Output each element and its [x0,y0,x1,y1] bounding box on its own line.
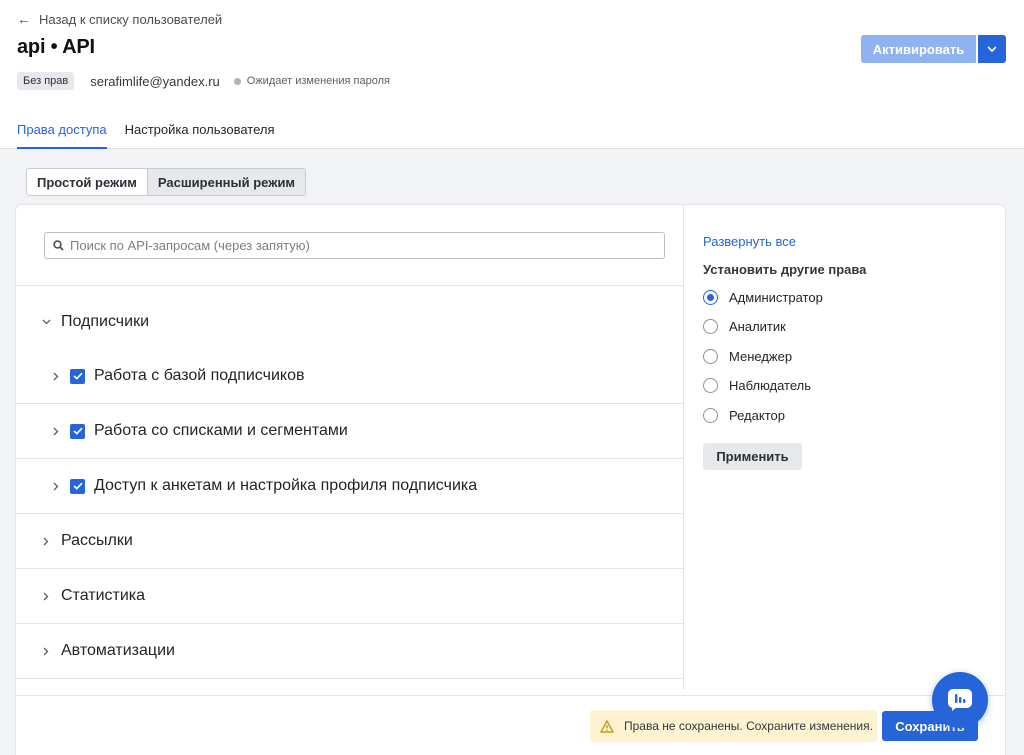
role-option-observer[interactable]: Наблюдатель [703,378,811,393]
role-label: Редактор [729,408,785,423]
chevron-right-icon[interactable] [49,372,63,381]
permissions-card: Подписчики Работа с базой подписчиков Ра… [16,205,1005,755]
role-option-admin[interactable]: Администратор [703,290,823,305]
radio-button[interactable] [703,378,718,393]
tabs: Права доступа Настройка пользователя [17,112,275,149]
role-option-editor[interactable]: Редактор [703,408,785,423]
rights-badge: Без прав [17,72,75,90]
back-link[interactable]: ← Назад к списку пользователей [17,11,222,27]
mode-switch: Простой режим Расширенный режим [26,168,307,196]
checkbox[interactable] [70,478,85,494]
check-icon [72,427,83,435]
activate-dropdown-button[interactable] [978,35,1006,63]
tree-item[interactable]: Работа со списками и сегментами [16,404,684,459]
tree-section-subscribers[interactable]: Подписчики [16,294,684,349]
arrow-left-icon: ← [17,11,31,27]
set-other-rights-heading: Установить другие права [703,262,867,277]
mode-advanced[interactable]: Расширенный режим [146,169,306,195]
tree-section-label: Подписчики [61,312,150,330]
role-label: Наблюдатель [729,378,812,393]
divider [16,695,1005,696]
tree-section-automations[interactable]: Автоматизации [16,624,684,679]
check-icon [72,372,83,380]
activate-button[interactable]: Активировать [861,35,976,63]
role-label: Аналитик [729,319,786,334]
permissions-tree-panel: Подписчики Работа с базой подписчиков Ра… [16,205,684,690]
chevron-right-icon[interactable] [39,647,53,656]
tree-section-stats[interactable]: Статистика [16,569,684,624]
tree-item[interactable]: Работа с базой подписчиков [16,349,684,404]
role-option-manager[interactable]: Менеджер [703,349,792,364]
tree-item-label: Работа со списками и сегментами [94,422,348,439]
user-email: serafimlife@yandex.ru [90,73,220,89]
tree-section-label: Статистика [61,587,146,604]
checkbox[interactable] [70,423,85,439]
chat-widget-button[interactable] [932,672,988,728]
search-input[interactable] [70,238,650,253]
tree-section-label: Рассылки [61,532,133,549]
chevron-right-icon[interactable] [49,427,63,436]
radio-button[interactable] [703,319,718,334]
tree-item-label: Работа с базой подписчиков [94,367,305,384]
radio-button[interactable] [703,349,718,364]
radio-button[interactable] [703,408,718,423]
chevron-down-icon [987,46,997,52]
role-label: Менеджер [729,349,793,364]
tree-section-mailings[interactable]: Рассылки [16,514,684,569]
status-dot-icon [233,77,241,85]
search-icon [53,240,64,251]
unsaved-warning-text: Права не сохранены. Сохраните изменения. [624,719,873,733]
back-link-label: Назад к списку пользователей [39,11,223,27]
unsaved-warning: Права не сохранены. Сохраните изменения. [590,710,877,742]
chevron-right-icon[interactable] [49,482,63,491]
chevron-right-icon[interactable] [39,592,53,601]
tree-item-label: Доступ к анкетам и настройка профиля под… [94,477,478,494]
page-header: ← Назад к списку пользователей api • API… [0,0,1024,149]
tree-section-label: Автоматизации [61,642,175,659]
user-meta: Без прав serafimlife@yandex.ru Ожидает и… [17,71,390,91]
tab-user-settings[interactable]: Настройка пользователя [125,112,275,149]
apply-button[interactable]: Применить [703,443,802,470]
divider [16,285,684,286]
user-status-text: Ожидает изменения пароля [246,75,390,87]
warning-icon [600,719,614,733]
chevron-down-icon[interactable] [39,319,53,325]
radio-button[interactable] [703,290,718,305]
tree-item[interactable]: Доступ к анкетам и настройка профиля под… [16,459,684,514]
page-title: api • API [17,36,95,58]
checkbox[interactable] [70,368,85,384]
check-icon [72,482,83,490]
role-option-analyst[interactable]: Аналитик [703,319,786,334]
mode-simple[interactable]: Простой режим [27,169,147,195]
expand-all-link[interactable]: Развернуть все [703,234,796,249]
chevron-right-icon[interactable] [39,537,53,546]
role-panel: Развернуть все Установить другие права А… [685,205,1005,690]
user-status: Ожидает изменения пароля [233,75,390,87]
search-box [44,232,665,259]
chat-icon [948,689,972,711]
tab-access-rights[interactable]: Права доступа [17,112,107,149]
role-label: Администратор [729,290,823,305]
